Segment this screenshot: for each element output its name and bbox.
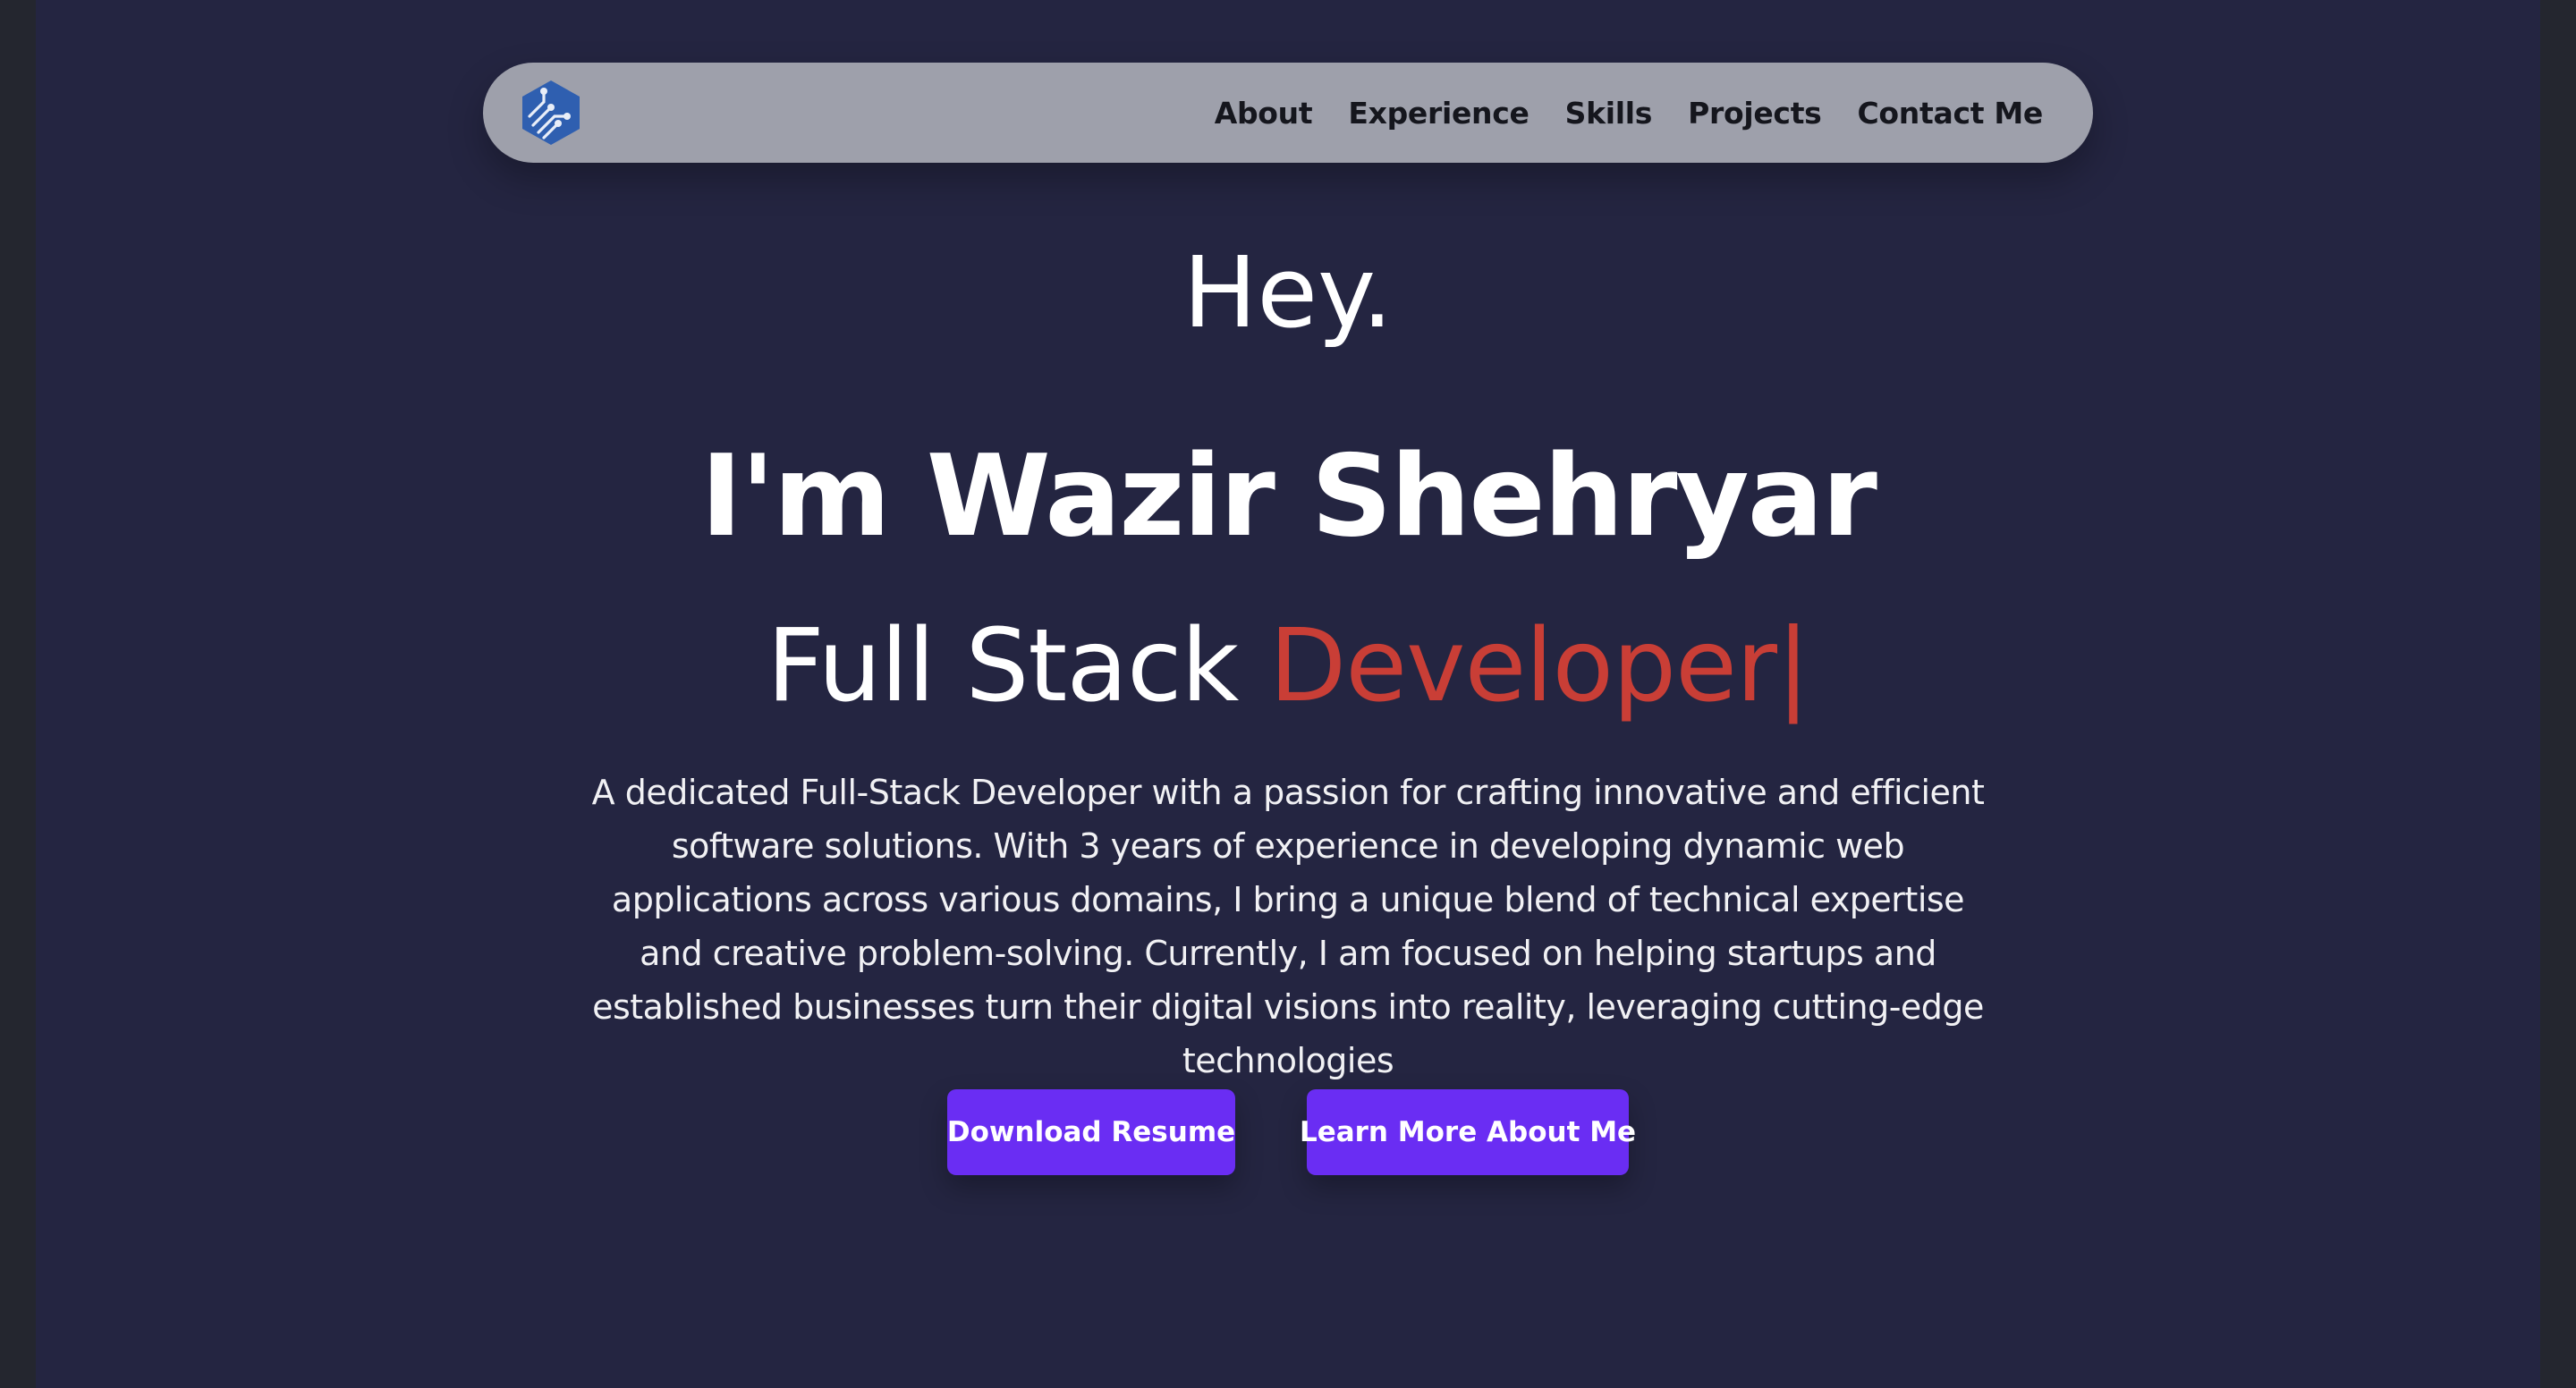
nav-link-contact[interactable]: Contact Me <box>1858 96 2044 131</box>
hero-greeting: Hey. <box>1182 235 1394 350</box>
navbar: About Experience Skills Projects Contact… <box>483 63 2093 163</box>
nav-link-about[interactable]: About <box>1215 96 1313 131</box>
logo-icon[interactable] <box>517 79 585 147</box>
nav-link-projects[interactable]: Projects <box>1688 96 1822 131</box>
hero-description: A dedicated Full-Stack Developer with a … <box>591 773 1985 1080</box>
download-resume-button[interactable]: Download Resume <box>947 1089 1235 1175</box>
nav-link-experience[interactable]: Experience <box>1348 96 1530 131</box>
role-highlight: Developer <box>1269 608 1777 724</box>
hero-name: I'm Wazir Shehryar <box>700 430 1877 562</box>
typing-cursor: | <box>1776 608 1810 724</box>
page: About Experience Skills Projects Contact… <box>36 0 2540 1388</box>
role-prefix: Full Stack <box>767 608 1239 724</box>
nav-links: About Experience Skills Projects Contact… <box>1215 63 2044 163</box>
nav-link-skills[interactable]: Skills <box>1565 96 1653 131</box>
learn-more-button[interactable]: Learn More About Me <box>1300 1089 1636 1175</box>
hero-buttons: Download Resume Learn More About Me <box>36 1089 2540 1175</box>
hero-role: Full Stack Developer| <box>36 608 2540 724</box>
